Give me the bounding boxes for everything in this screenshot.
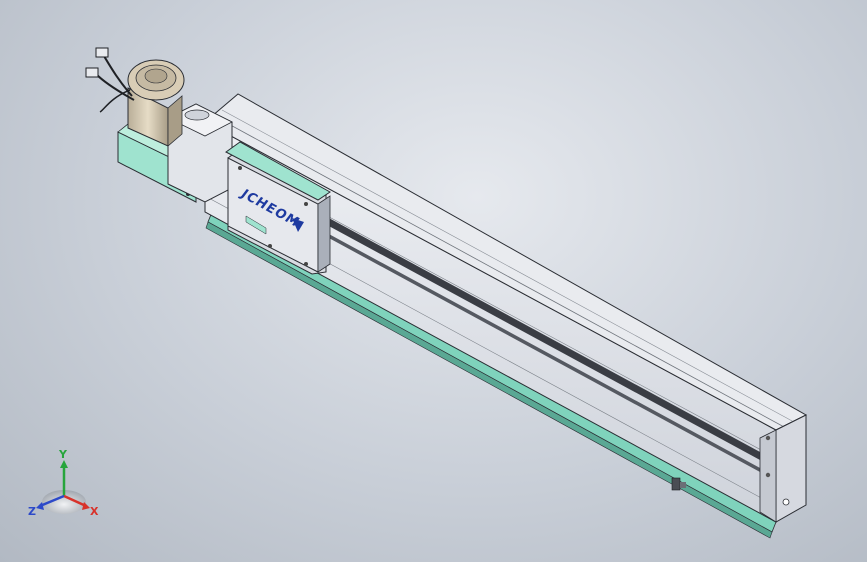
end-cap-screw bbox=[765, 435, 771, 441]
z-axis-label: Z bbox=[28, 505, 36, 518]
motor-cables bbox=[85, 47, 135, 113]
connector-plug bbox=[85, 67, 99, 78]
y-axis-label: Y bbox=[58, 448, 68, 461]
end-cap-screw bbox=[765, 472, 771, 478]
cad-viewport[interactable]: JCHEOM Y X Z bbox=[0, 0, 867, 562]
end-cap-screw bbox=[782, 498, 790, 506]
connector-plug bbox=[95, 47, 109, 58]
x-axis-label: X bbox=[90, 505, 99, 518]
rail-body bbox=[204, 93, 808, 523]
orientation-triad: Y X Z bbox=[28, 448, 99, 518]
cad-scene: JCHEOM Y X Z bbox=[28, 47, 808, 539]
